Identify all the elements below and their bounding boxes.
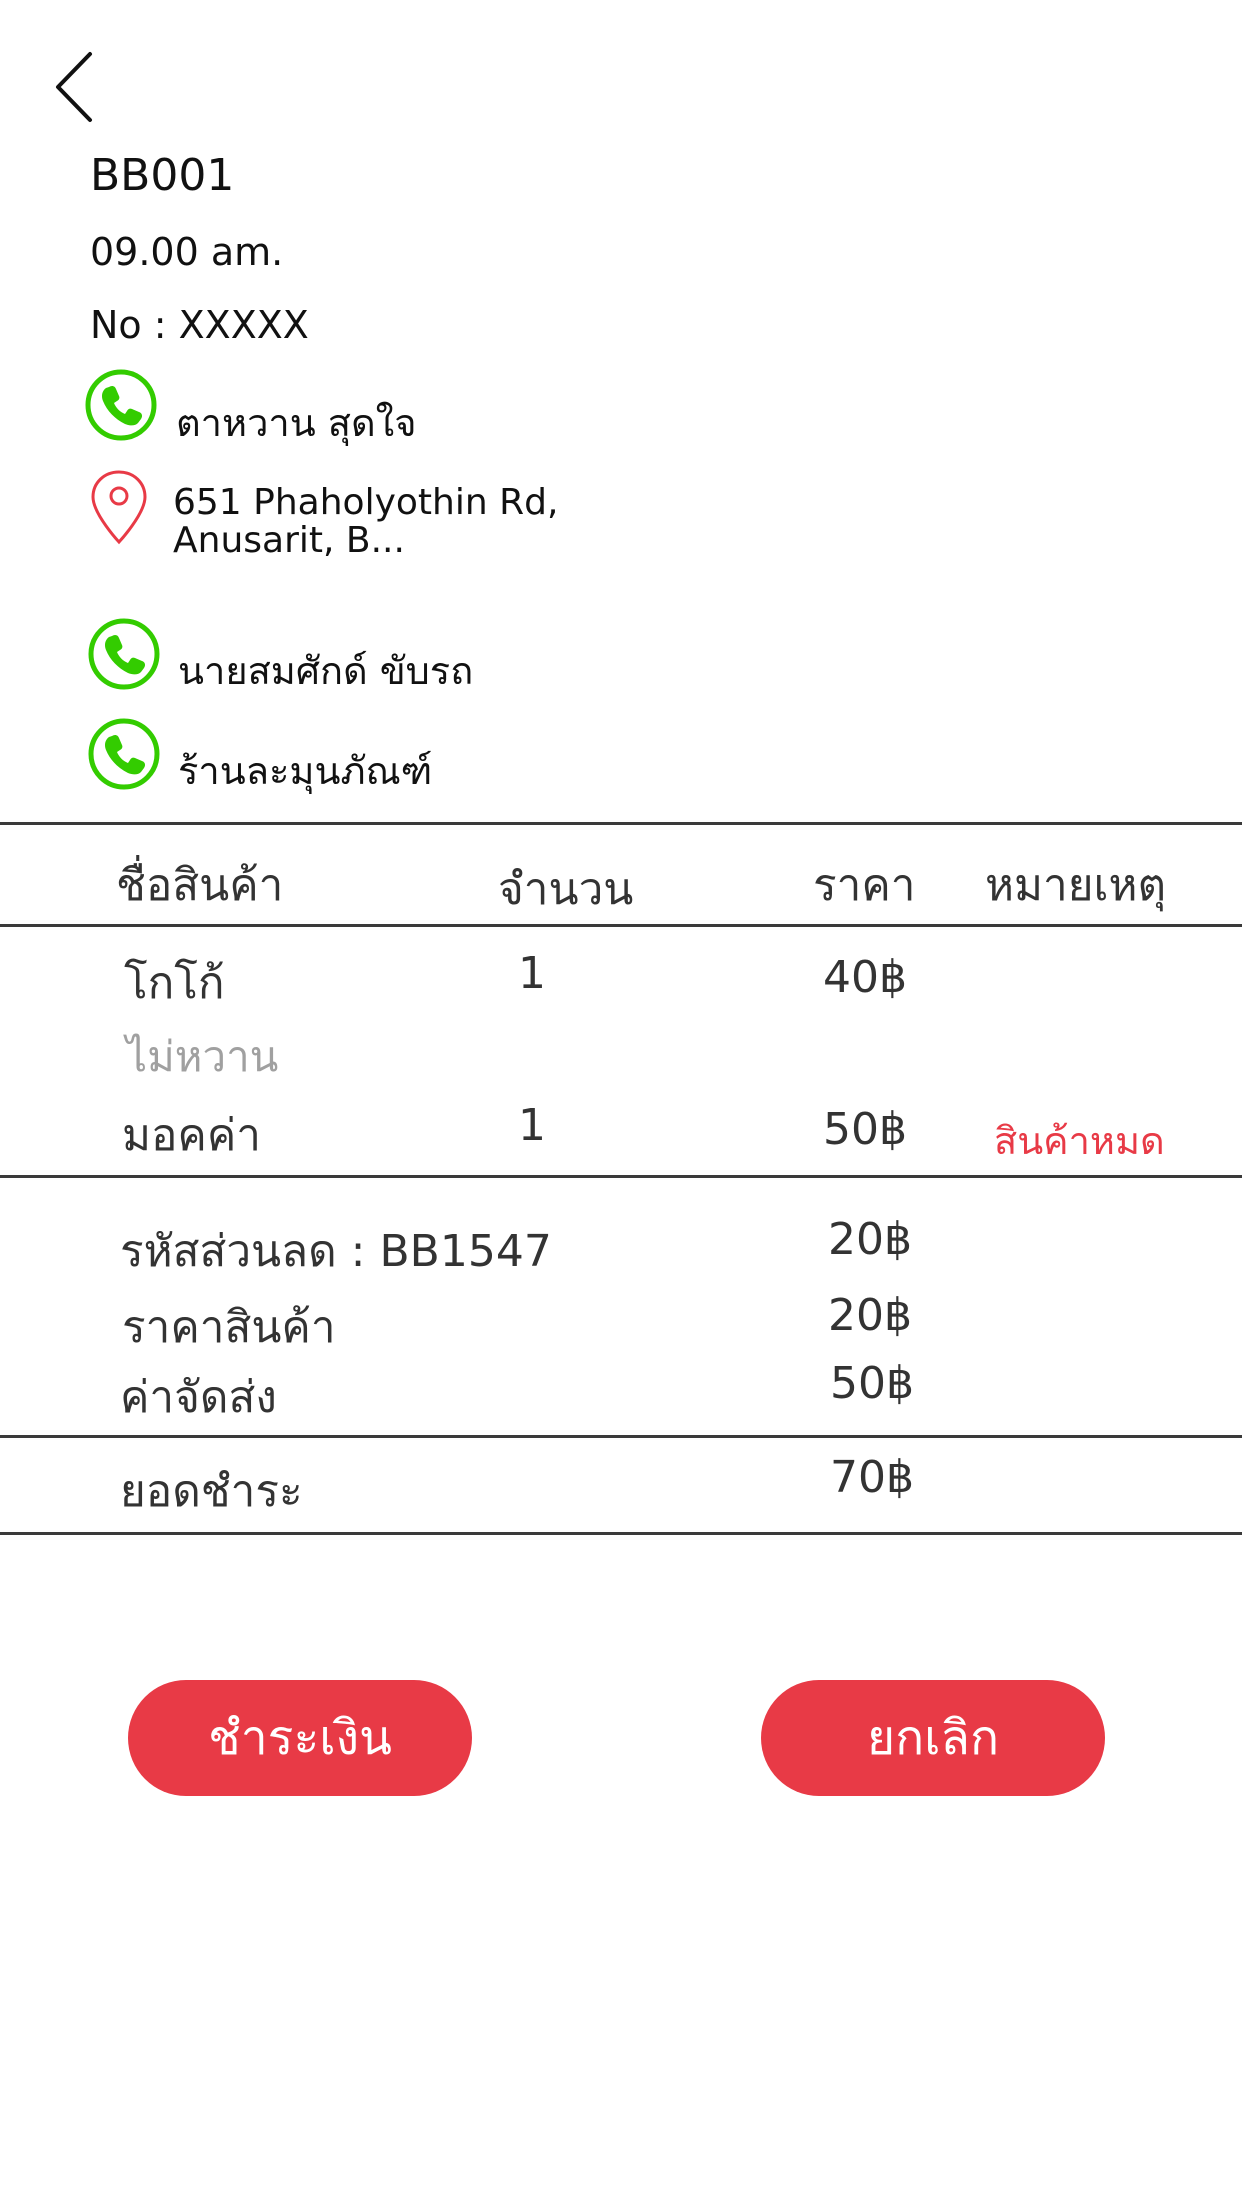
- discount-label: รหัสส่วนลด : BB1547: [120, 1226, 552, 1277]
- item-price: 50฿: [823, 1104, 907, 1155]
- pay-button[interactable]: ชำระเงิน: [128, 1680, 472, 1796]
- shipping-label: ค่าจัดส่ง: [120, 1372, 277, 1423]
- total-label: ยอดชำระ: [120, 1466, 303, 1517]
- phone-icon: [88, 718, 160, 790]
- phone-icon: [85, 369, 157, 441]
- customer-address[interactable]: 651 Phaholyothin Rd, Anusarit, B...: [173, 484, 558, 560]
- divider: [0, 1435, 1242, 1438]
- divider: [0, 1532, 1242, 1535]
- item-qty: 1: [518, 948, 546, 999]
- total-value: 70฿: [830, 1452, 914, 1503]
- customer-phone-button[interactable]: [84, 368, 158, 442]
- address-line-2: Anusarit, B...: [173, 520, 405, 561]
- driver-phone-button[interactable]: [87, 617, 161, 691]
- map-pin-icon: [88, 468, 150, 548]
- back-button[interactable]: [50, 50, 110, 124]
- col-header-price: ราคา: [813, 860, 916, 911]
- divider: [0, 822, 1242, 825]
- col-header-note: หมายเหตุ: [985, 860, 1167, 911]
- item-option: ไม่หวาน: [126, 1032, 279, 1081]
- item-name: โกโก้: [124, 958, 225, 1009]
- driver-name: นายสมศักด์ ขับรถ: [178, 649, 474, 693]
- phone-icon: [88, 618, 160, 690]
- col-header-product: ชื่อสินค้า: [116, 860, 284, 911]
- goods-price-value: 20฿: [828, 1290, 912, 1341]
- chevron-left-icon: [56, 52, 92, 122]
- item-price: 40฿: [823, 952, 907, 1003]
- address-line-1: 651 Phaholyothin Rd,: [173, 482, 559, 523]
- divider: [0, 924, 1242, 927]
- col-header-quantity: จำนวน: [498, 864, 634, 915]
- customer-name: ตาหวาน สุดใจ: [176, 401, 417, 445]
- order-code: BB001: [90, 150, 235, 201]
- discount-value: 20฿: [828, 1214, 912, 1265]
- order-time: 09.00 am.: [90, 230, 284, 274]
- shipping-value: 50฿: [830, 1358, 914, 1409]
- order-number: No : XXXXX: [90, 303, 309, 347]
- divider: [0, 1175, 1242, 1178]
- item-qty: 1: [518, 1100, 546, 1151]
- shop-phone-button[interactable]: [87, 717, 161, 791]
- out-of-stock-badge: สินค้าหมด: [994, 1119, 1165, 1163]
- shop-name: ร้านละมุนภัณฑ์: [178, 749, 433, 793]
- goods-price-label: ราคาสินค้า: [122, 1302, 336, 1353]
- item-name: มอคค่า: [122, 1110, 262, 1161]
- cancel-button[interactable]: ยกเลิก: [761, 1680, 1105, 1796]
